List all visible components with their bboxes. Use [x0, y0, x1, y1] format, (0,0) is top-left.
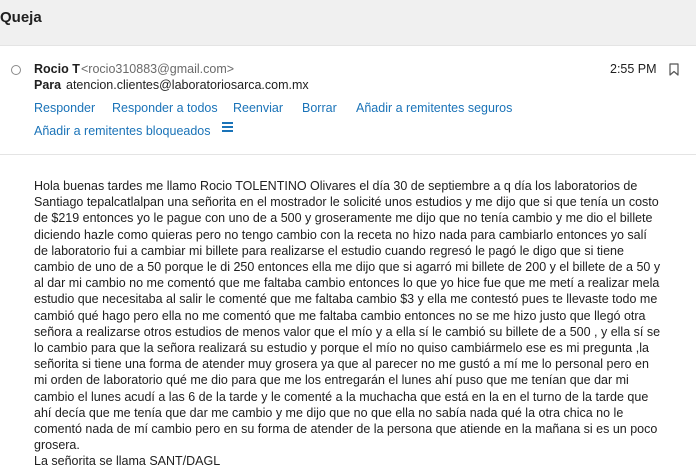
add-blocked-sender-button[interactable]: Añadir a remitentes bloqueados [34, 124, 211, 138]
subject-bar: Queja [0, 0, 696, 45]
reply-button[interactable]: Responder [34, 101, 95, 115]
add-safe-sender-button[interactable]: Añadir a remitentes seguros [356, 101, 512, 115]
hamburger-menu-icon[interactable] [222, 122, 233, 134]
sender-email[interactable]: <rocio310883@gmail.com> [81, 62, 234, 76]
body-closing: La señorita se llama SANT/DAGL [34, 454, 221, 469]
recipient-address[interactable]: atencion.clientes@laboratoriosarca.com.m… [66, 78, 309, 92]
sender-name[interactable]: Rocio T [34, 62, 80, 76]
reply-all-button[interactable]: Responder a todos [112, 101, 218, 115]
recipient-label: Para [34, 78, 62, 92]
body-paragraph: Hola buenas tardes me llamo Rocio TOLENT… [34, 179, 661, 453]
email-subject: Queja [0, 9, 42, 26]
email-body: Hola buenas tardes me llamo Rocio TOLENT… [34, 178, 664, 470]
divider [0, 154, 696, 155]
forward-button[interactable]: Reenviar [233, 101, 283, 115]
radio-circle-icon[interactable] [11, 65, 21, 75]
divider [0, 45, 696, 46]
delete-button[interactable]: Borrar [302, 101, 337, 115]
bookmark-icon[interactable] [669, 63, 679, 81]
received-time: 2:55 PM [610, 62, 657, 76]
